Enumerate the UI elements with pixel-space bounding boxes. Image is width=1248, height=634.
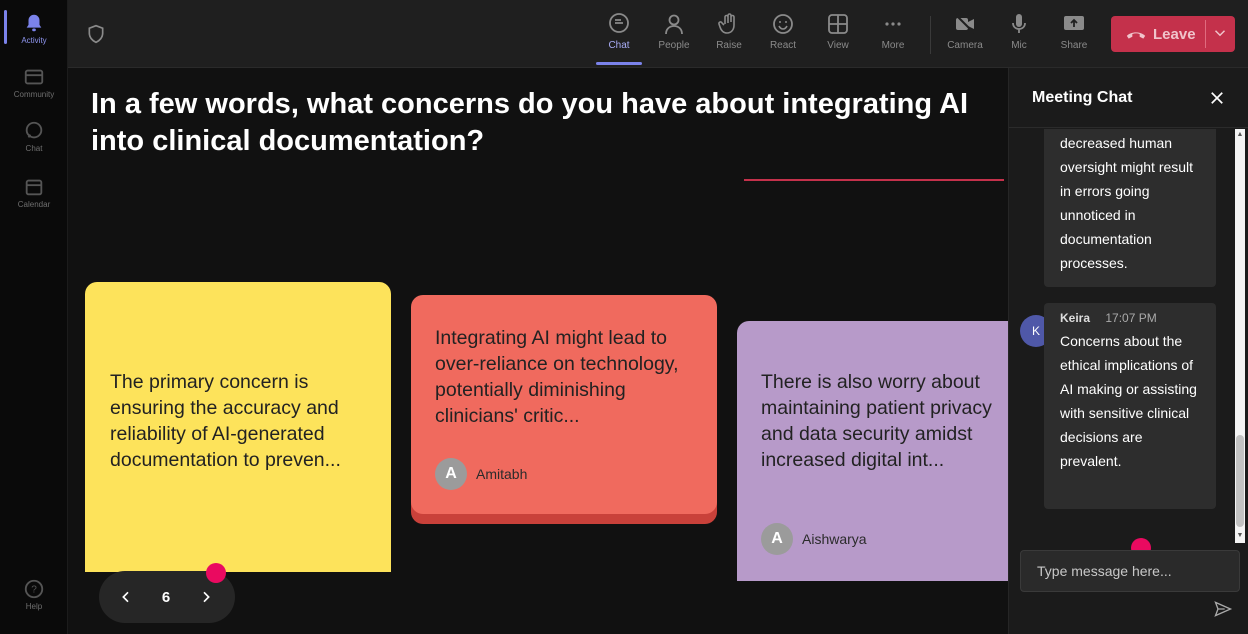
chat-message: decreased human oversight might result i… (1044, 129, 1216, 287)
toolbar-react-button[interactable]: React (758, 10, 808, 62)
community-icon (24, 69, 44, 85)
scroll-up-icon[interactable]: ▲ (1236, 131, 1244, 139)
response-card[interactable]: Integrating AI might lead to over-relian… (411, 295, 717, 514)
message-text: decreased human oversight might result i… (1060, 135, 1194, 271)
avatar: A (761, 523, 793, 555)
next-button[interactable] (191, 582, 221, 612)
rail-item-label: Community (13, 90, 55, 99)
hand-icon (718, 13, 735, 34)
rail-item-label: Activity (21, 36, 47, 45)
leave-button[interactable]: Leave (1111, 16, 1235, 52)
toolbar-label: Chat (608, 40, 630, 51)
author-name: Aishwarya (802, 531, 867, 547)
share-screen-icon (1064, 16, 1084, 30)
toolbar-label: People (658, 40, 690, 51)
message-time: 17:07 PM (1105, 311, 1157, 325)
meeting-toolbar: Chat People Raise React View More Camera… (68, 0, 1248, 68)
response-card[interactable]: The primary concern is ensuring the accu… (85, 282, 391, 572)
grid-icon (828, 14, 848, 34)
response-text: There is also worry about maintaining pa… (761, 371, 992, 471)
accent-line (744, 179, 1004, 181)
smiley-icon (773, 14, 793, 34)
toolbar-camera-button[interactable]: Camera (940, 10, 990, 62)
toolbar-mic-button[interactable]: Mic (994, 10, 1044, 62)
toolbar-label: Camera (947, 40, 983, 51)
rail-item-chat[interactable]: Chat (0, 120, 68, 153)
calendar-icon (25, 179, 43, 196)
rail-item-calendar[interactable]: Calendar (0, 176, 68, 209)
toolbar-divider (930, 16, 931, 54)
chat-message-input[interactable] (1020, 550, 1240, 592)
toolbar-label: Share (1060, 40, 1088, 51)
microphone-icon (1012, 14, 1026, 33)
scrollbar-thumb[interactable] (1236, 435, 1244, 527)
response-author: A Amitabh (435, 458, 527, 490)
rail-item-label: Help (25, 602, 43, 611)
click-marker (206, 563, 226, 583)
question-title: In a few words, what concerns do you hav… (91, 88, 969, 157)
person-icon (665, 14, 683, 35)
toolbar-label: Raise (716, 40, 742, 51)
chevron-down-icon[interactable] (1211, 24, 1229, 42)
leave-divider (1205, 20, 1206, 48)
toolbar-label: More (881, 40, 905, 51)
shield-icon[interactable] (86, 24, 106, 44)
scroll-down-icon[interactable]: ▼ (1236, 532, 1244, 540)
bell-icon (26, 14, 42, 32)
previous-button[interactable] (111, 582, 141, 612)
chat-messages: decreased human oversight might result i… (1009, 129, 1248, 543)
help-icon: ? (24, 579, 44, 599)
toolbar-chat-button[interactable]: Chat (594, 10, 644, 62)
chevron-left-icon (122, 591, 129, 603)
close-icon[interactable] (1208, 89, 1226, 107)
toolbar-label: Mic (1011, 40, 1027, 51)
rail-item-community[interactable]: Community (0, 66, 68, 99)
phone-hangup-icon (1126, 32, 1146, 39)
page-number: 6 (161, 588, 171, 606)
message-meta: Keira 17:07 PM (1060, 309, 1206, 327)
camera-off-icon (955, 14, 975, 34)
toolbar-label: React (769, 40, 797, 51)
response-card[interactable]: There is also worry about maintaining pa… (737, 321, 1008, 581)
chat-title: Meeting Chat (1032, 89, 1133, 106)
chat-header: Meeting Chat (1009, 68, 1248, 128)
avatar-initial: K (1031, 324, 1040, 338)
author-name: Amitabh (476, 466, 528, 482)
toolbar-view-button[interactable]: View (813, 10, 863, 62)
chevron-right-icon (203, 591, 210, 603)
toolbar-share-button[interactable]: Share (1049, 10, 1099, 62)
chat-icon (25, 121, 43, 139)
message-text: Concerns about the ethical implications … (1060, 333, 1197, 469)
response-text: Integrating AI might lead to over-relian… (435, 327, 679, 427)
toolbar-people-button[interactable]: People (649, 10, 699, 62)
sender-name: Keira (1060, 311, 1091, 325)
avatar: A (435, 458, 467, 490)
response-text: The primary concern is ensuring the accu… (110, 371, 341, 471)
toolbar-raise-button[interactable]: Raise (704, 10, 754, 62)
rail-item-label: Chat (25, 144, 43, 153)
response-author: A Aishwarya (761, 523, 867, 555)
presentation-stage: In a few words, what concerns do you hav… (68, 68, 1008, 634)
toolbar-more-button[interactable]: More (868, 10, 918, 62)
leave-label: Leave (1153, 25, 1196, 43)
chat-message: Keira 17:07 PM Concerns about the ethica… (1044, 303, 1216, 509)
send-icon[interactable] (1213, 599, 1233, 619)
svg-text:?: ? (31, 585, 37, 596)
chat-icon (609, 13, 629, 33)
app-rail: Activity Community Chat Calendar ? Help (0, 0, 68, 634)
rail-item-activity[interactable]: Activity (0, 12, 68, 45)
meeting-chat-panel: Meeting Chat decreased human oversight m… (1008, 68, 1248, 634)
rail-item-help[interactable]: ? Help (0, 578, 68, 611)
more-dots-icon (885, 22, 901, 26)
chat-scrollbar[interactable]: ▲ ▼ (1235, 129, 1245, 543)
active-tab-underline (596, 62, 642, 65)
toolbar-label: View (827, 40, 849, 51)
rail-item-label: Calendar (17, 200, 51, 209)
